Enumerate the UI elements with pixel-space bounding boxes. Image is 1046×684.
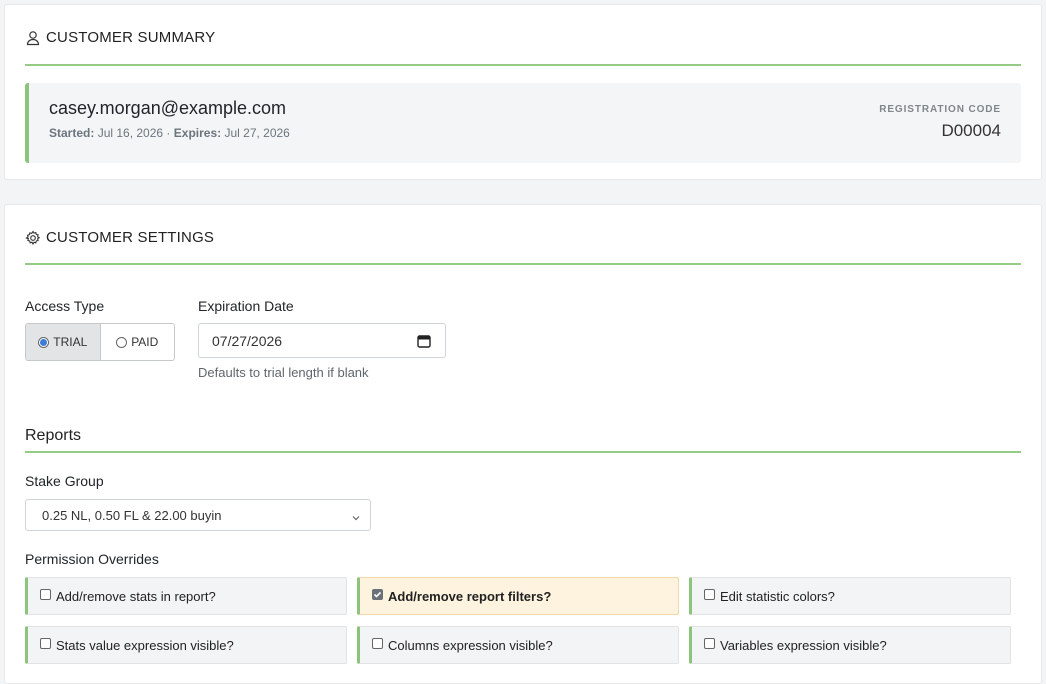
customer-summary-title: CUSTOMER SUMMARY	[46, 29, 216, 46]
customer-settings-heading: CUSTOMER SETTINGS	[25, 229, 214, 246]
date-separator: ·	[166, 126, 171, 140]
user-icon	[25, 30, 41, 46]
permission-variables-expression[interactable]: Variables expression visible?	[689, 626, 1011, 664]
stake-group-select[interactable]: 0.25 NL, 0.50 FL & 22.00 buyin	[25, 499, 371, 531]
permission-label: Variables expression visible?	[720, 637, 887, 653]
stake-group-value: 0.25 NL, 0.50 FL & 22.00 buyin	[42, 507, 222, 523]
access-type-paid-button[interactable]: PAID	[100, 324, 174, 360]
permission-add-remove-stats[interactable]: Add/remove stats in report?	[25, 577, 347, 615]
expires-label: Expires:	[173, 126, 222, 140]
customer-email: casey.morgan@example.com	[49, 98, 287, 118]
expiration-help-text: Defaults to trial length if blank	[198, 365, 369, 380]
calendar-icon[interactable]	[417, 334, 431, 348]
registration-code-label: REGISTRATION CODE	[879, 104, 1001, 115]
access-type-trial-button[interactable]: TRIAL	[26, 324, 101, 360]
checkbox-icon[interactable]	[704, 588, 715, 600]
radio-selected-icon	[38, 336, 50, 348]
permission-label: Stats value expression visible?	[56, 637, 234, 653]
expiration-date-input[interactable]: 07/27/2026	[198, 323, 446, 358]
gear-icon	[25, 229, 41, 246]
chevron-down-icon	[351, 511, 361, 521]
customer-summary-heading: CUSTOMER SUMMARY	[25, 29, 215, 46]
checkbox-icon[interactable]	[40, 637, 51, 649]
access-type-label: Access Type	[25, 298, 105, 314]
permission-label: Add/remove stats in report?	[56, 588, 216, 604]
subscription-dates: Started: Jul 16, 2026 · Expires: Jul 27,…	[49, 126, 290, 140]
permission-edit-statistic-colors[interactable]: Edit statistic colors?	[689, 577, 1011, 615]
access-type-trial-label: TRIAL	[53, 335, 88, 349]
reports-divider	[25, 451, 1021, 453]
reports-heading: Reports	[25, 427, 82, 444]
permission-overrides-label: Permission Overrides	[25, 551, 159, 567]
checkbox-icon[interactable]	[372, 637, 383, 649]
permission-label: Edit statistic colors?	[720, 588, 835, 604]
customer-settings-card: CUSTOMER SETTINGS Access Type TRIAL PAID…	[4, 204, 1042, 684]
started-value: Jul 16, 2026	[97, 126, 164, 140]
started-label: Started:	[49, 126, 95, 140]
settings-divider	[25, 263, 1021, 265]
permission-add-remove-filters[interactable]: Add/remove report filters?	[357, 577, 679, 615]
permission-columns-expression[interactable]: Columns expression visible?	[357, 626, 679, 664]
customer-summary-card: CUSTOMER SUMMARY casey.morgan@example.co…	[4, 4, 1042, 180]
permission-label: Add/remove report filters?	[388, 588, 552, 604]
expiration-date-label: Expiration Date	[198, 298, 294, 314]
expiration-date-value: 07/27/2026	[212, 332, 283, 349]
checkbox-checked-icon[interactable]	[372, 588, 383, 600]
access-type-toggle: TRIAL PAID	[25, 323, 175, 361]
summary-panel: casey.morgan@example.com Started: Jul 16…	[25, 83, 1021, 163]
expires-value: Jul 27, 2026	[224, 126, 290, 140]
stake-group-label: Stake Group	[25, 473, 104, 489]
permission-label: Columns expression visible?	[388, 637, 553, 653]
access-type-paid-label: PAID	[131, 335, 159, 349]
summary-divider	[25, 64, 1021, 66]
customer-settings-title: CUSTOMER SETTINGS	[46, 229, 215, 246]
checkbox-icon[interactable]	[704, 637, 715, 649]
radio-unselected-icon	[116, 336, 128, 348]
checkbox-icon[interactable]	[40, 588, 51, 600]
registration-code: D00004	[941, 121, 1001, 140]
permission-stats-value-expression[interactable]: Stats value expression visible?	[25, 626, 347, 664]
